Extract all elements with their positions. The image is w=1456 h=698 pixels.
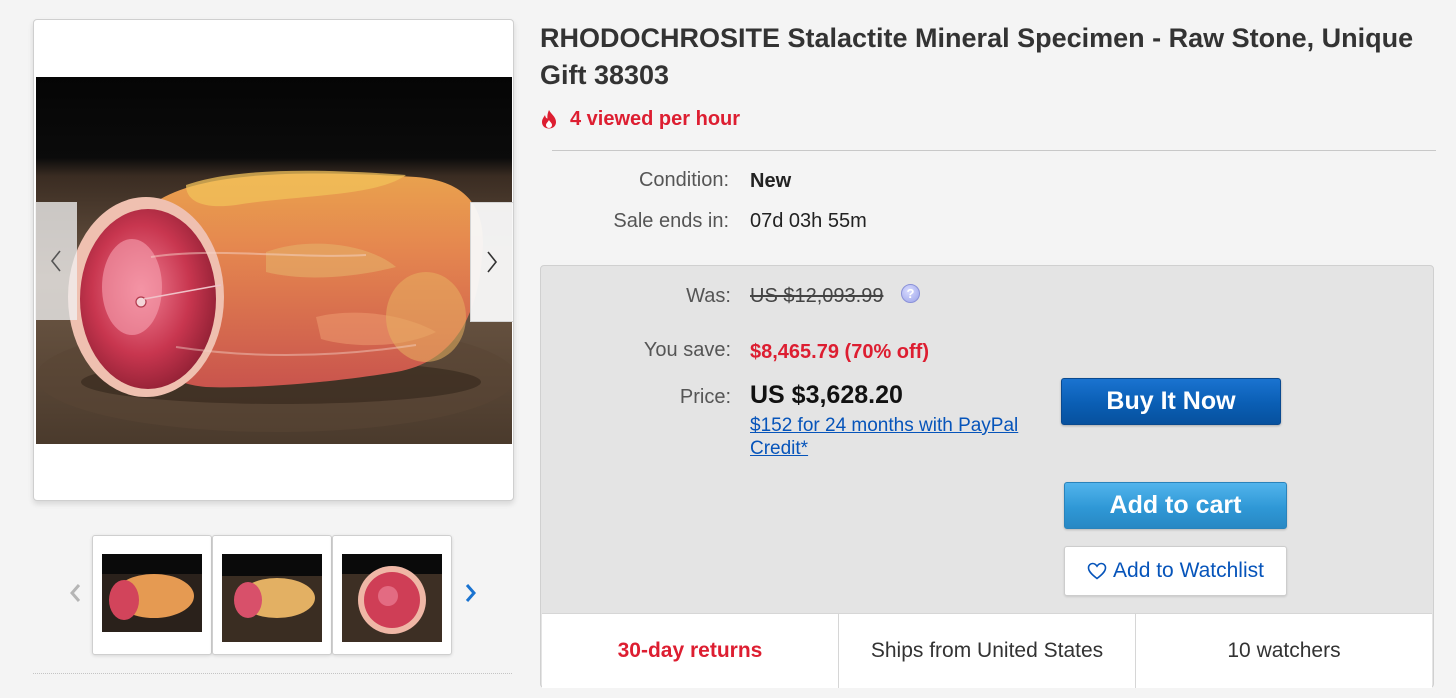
thumbnail-prev-button[interactable]: [62, 579, 88, 607]
price-value: US $3,628.20: [750, 381, 903, 409]
gallery-prev-button[interactable]: [35, 202, 77, 320]
price-label: Price:: [679, 386, 731, 408]
paypal-credit-link[interactable]: $152 for 24 months with PayPal Credit*: [750, 414, 1050, 460]
thumbnail-3-image: [342, 554, 442, 642]
condition-value: New: [750, 170, 792, 192]
thumbnail-2-image: [222, 554, 322, 642]
product-photo[interactable]: [36, 77, 512, 444]
item-highlights-strip: 30-day returns Ships from United States …: [542, 613, 1432, 688]
thumbnail-1[interactable]: [92, 535, 212, 655]
add-to-watchlist-label: Add to Watchlist: [1113, 559, 1264, 582]
thumbnail-1-image: [102, 554, 202, 632]
add-to-watchlist-button[interactable]: Add to Watchlist: [1064, 546, 1287, 596]
thumbnail-next-button[interactable]: [458, 579, 484, 607]
add-to-cart-button[interactable]: Add to cart: [1064, 482, 1287, 529]
thumbnail-2[interactable]: [212, 535, 332, 655]
heart-icon: [1087, 562, 1107, 580]
condition-label: Condition:: [638, 169, 729, 191]
gallery-next-button[interactable]: [470, 202, 513, 322]
chevron-right-icon: [465, 584, 476, 602]
you-save-value: $8,465.79 (70% off): [750, 341, 929, 363]
chevron-left-icon: [70, 584, 81, 602]
ships-from-highlight: Ships from United States: [839, 614, 1136, 688]
gallery-divider: [33, 673, 512, 674]
you-save-label: You save:: [643, 339, 731, 361]
buy-it-now-button[interactable]: Buy It Now: [1061, 378, 1281, 425]
viewed-indicator: 4 viewed per hour: [540, 106, 740, 132]
watchers-highlight: 10 watchers: [1227, 639, 1341, 662]
product-photo-graphic: [36, 77, 512, 444]
was-label: Was:: [686, 285, 731, 307]
sale-ends-label: Sale ends in:: [613, 210, 729, 232]
sale-ends-value: 07d 03h 55m: [750, 210, 867, 232]
thumbnail-3[interactable]: [332, 535, 452, 655]
title-divider: [552, 150, 1436, 151]
chevron-right-icon: [487, 251, 498, 273]
thumbnail-strip: [60, 535, 500, 657]
chevron-left-icon: [50, 250, 61, 272]
price-box: Was: US $12,093.99 ? You save: $8,465.79…: [540, 265, 1434, 688]
flame-icon: [542, 110, 556, 129]
returns-highlight: 30-day returns: [542, 614, 839, 688]
main-image-frame: [33, 19, 514, 501]
viewed-text: 4 viewed per hour: [570, 107, 741, 130]
item-title: RHODOCHROSITE Stalactite Mineral Specime…: [540, 23, 1414, 90]
help-icon[interactable]: ?: [901, 284, 920, 303]
was-price: US $12,093.99: [750, 285, 884, 307]
